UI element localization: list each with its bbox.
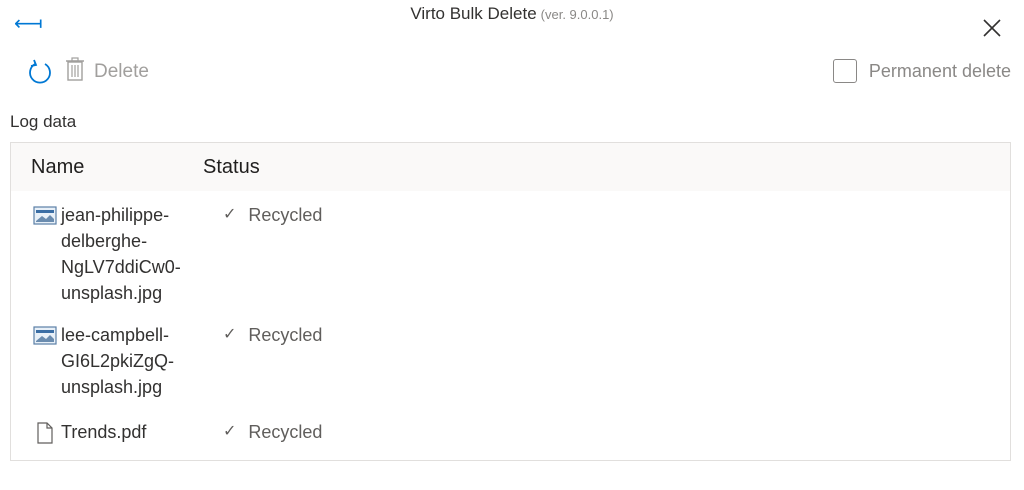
permanent-delete-label: Permanent delete <box>868 60 1011 81</box>
name-cell: lee-campbell-GI6L2pkiZgQ-unsplash.jpg <box>11 322 223 400</box>
status-cell: ✓ Recycled <box>223 322 322 348</box>
log-data-label: Log data <box>10 112 77 131</box>
check-icon: ✓ <box>223 206 237 223</box>
image-file-icon <box>33 206 57 225</box>
name-cell: jean-philippe-delberghe-NgLV7ddiCw0-unsp… <box>11 202 223 306</box>
table-row[interactable]: Trends.pdf ✓ Recycled <box>11 419 1010 445</box>
log-table: Name Status jean-philippe-delberghe-NgLV… <box>10 142 1011 461</box>
table-row[interactable]: lee-campbell-GI6L2pkiZgQ-unsplash.jpg ✓ … <box>11 322 1010 400</box>
app-title: Virto Bulk Delete <box>410 4 537 23</box>
dialog-title: Virto Bulk Delete (ver. 9.0.0.1) <box>0 4 1024 24</box>
permanent-delete-checkbox[interactable] <box>832 59 857 83</box>
status-text: Recycled <box>248 422 323 442</box>
name-cell: Trends.pdf <box>11 419 223 445</box>
file-name: Trends.pdf <box>61 422 147 442</box>
file-name: jean-philippe-delberghe-NgLV7ddiCw0-unsp… <box>61 205 181 303</box>
permanent-delete-option: Permanent delete <box>832 59 1011 83</box>
document-file-icon <box>37 422 53 444</box>
toolbar: Delete <box>26 55 149 89</box>
trash-icon <box>64 56 86 88</box>
image-file-icon <box>33 326 57 345</box>
refresh-icon[interactable] <box>26 58 54 86</box>
check-icon: ✓ <box>223 326 237 343</box>
delete-label: Delete <box>94 61 149 82</box>
check-icon: ✓ <box>223 423 237 440</box>
delete-button[interactable]: Delete <box>64 56 149 88</box>
column-header-status[interactable]: Status <box>203 156 260 179</box>
status-text: Recycled <box>248 205 323 225</box>
status-cell: ✓ Recycled <box>223 419 322 445</box>
file-name: lee-campbell-GI6L2pkiZgQ-unsplash.jpg <box>61 325 175 397</box>
column-header-name[interactable]: Name <box>11 156 203 179</box>
table-header: Name Status <box>11 143 1010 191</box>
app-version: (ver. 9.0.0.1) <box>540 7 614 22</box>
status-cell: ✓ Recycled <box>223 202 322 228</box>
table-row[interactable]: jean-philippe-delberghe-NgLV7ddiCw0-unsp… <box>11 202 1010 306</box>
status-text: Recycled <box>248 325 323 345</box>
close-icon[interactable] <box>980 16 1004 40</box>
